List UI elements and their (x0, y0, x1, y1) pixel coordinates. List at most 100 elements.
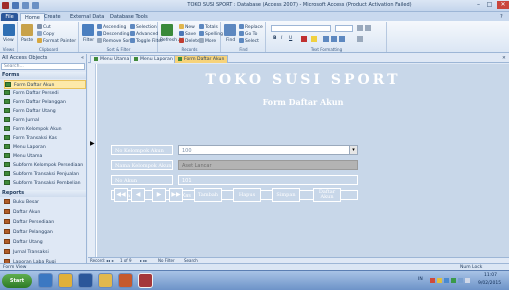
nav-report-item[interactable]: Jurnal Transaksi (4, 248, 86, 257)
delete-record-button[interactable]: Delete (179, 38, 200, 44)
maximize-button[interactable]: □ (485, 1, 494, 9)
chevron-down-icon[interactable]: « (81, 54, 84, 62)
bullets-icon[interactable] (357, 25, 363, 31)
nav-report-item[interactable]: Buku Besar (4, 198, 86, 207)
advanced-button[interactable]: Advanced (130, 31, 158, 37)
view-button[interactable]: View (3, 38, 14, 43)
align-center-icon[interactable] (331, 36, 337, 42)
nav-report-item[interactable]: Daftar Akun (4, 208, 86, 217)
nav-form-item[interactable]: Subform Transaksi Penjualan (4, 170, 86, 179)
totals-button[interactable]: Totals (199, 24, 218, 30)
save-icon[interactable] (12, 2, 19, 9)
nav-form-item[interactable]: Form Transaksi Kas (4, 134, 86, 143)
nama-kelompok-akun-field[interactable]: Aset Lancar (178, 160, 358, 170)
powerpoint-icon[interactable] (118, 273, 133, 288)
italic-button[interactable]: I (281, 36, 282, 41)
forms-section-header[interactable]: Forms (0, 72, 86, 79)
tray-icon[interactable] (430, 278, 435, 283)
goto-button[interactable]: Go To (239, 31, 257, 37)
cut-button[interactable]: Cut (37, 24, 51, 30)
no-akun-field[interactable]: 101 (178, 175, 358, 185)
reports-section-header[interactable]: Reports (0, 190, 86, 197)
paste-button[interactable]: Paste (21, 38, 33, 43)
nav-form-item[interactable]: Form Daftar Persedi (4, 89, 86, 98)
last-record-button[interactable]: ▶▶ (169, 188, 183, 202)
start-button[interactable]: Start (2, 274, 32, 288)
language-indicator[interactable]: IN (418, 277, 423, 282)
align-left-icon[interactable] (323, 36, 329, 42)
undo-icon[interactable] (22, 2, 29, 9)
doc-tab-form-daftar-akun[interactable]: Form Daftar Akun (174, 55, 229, 63)
underline-button[interactable]: U (289, 36, 292, 41)
chrome-icon[interactable] (58, 273, 73, 288)
view-icon[interactable] (3, 24, 15, 36)
gridlines-icon[interactable] (357, 36, 363, 42)
nav-report-item[interactable]: Daftar Utang (4, 238, 86, 247)
nav-form-item[interactable]: Subform Kelompok Persediaan (4, 161, 86, 170)
close-button[interactable]: ✕ (497, 1, 509, 9)
nav-report-item[interactable]: Daftar Pelanggan (4, 228, 86, 237)
binoculars-icon[interactable] (224, 24, 236, 36)
font-color-icon[interactable] (301, 36, 307, 42)
descending-button[interactable]: Descending (97, 31, 130, 37)
volume-icon[interactable] (465, 278, 470, 283)
spelling-button[interactable]: Spelling (199, 31, 223, 37)
tray-icon[interactable] (444, 278, 449, 283)
new-record-button[interactable]: New (179, 24, 195, 30)
minimize-button[interactable]: – (474, 1, 483, 9)
ie-icon[interactable] (38, 273, 53, 288)
highlight-icon[interactable] (311, 36, 317, 42)
nav-form-item[interactable]: Subform Transaksi Pembelian (4, 179, 86, 188)
paste-icon[interactable] (21, 24, 33, 36)
bold-button[interactable]: B (273, 36, 276, 41)
tab-database-tools[interactable]: Database Tools (106, 13, 152, 21)
font-size-select[interactable] (335, 25, 353, 32)
select-button[interactable]: Select (239, 38, 259, 44)
hapus-button[interactable]: Hapus (233, 188, 261, 202)
help-icon[interactable]: ? (496, 13, 507, 21)
more-button[interactable]: More (199, 38, 216, 44)
previous-record-button[interactable]: ◀ (131, 188, 145, 202)
doc-tab-menu-utama[interactable]: Menu Utama (90, 55, 134, 63)
tray-icon[interactable] (437, 278, 442, 283)
nav-form-item[interactable]: Form Daftar Pelanggan (4, 98, 86, 107)
align-right-icon[interactable] (339, 36, 345, 42)
explorer-icon[interactable] (98, 273, 113, 288)
nav-form-item[interactable]: Menu Utama (4, 152, 86, 161)
access-app-icon[interactable] (2, 2, 9, 9)
tab-create[interactable]: Create (40, 13, 65, 21)
nav-form-item[interactable]: Menu Laporan (4, 143, 86, 152)
selection-button[interactable]: Selection (130, 24, 157, 30)
first-record-button[interactable]: ◀◀ (114, 188, 128, 202)
nav-form-item[interactable]: Form Daftar Akun (4, 80, 86, 89)
find-button[interactable]: Find (226, 38, 235, 43)
word-icon[interactable] (78, 273, 93, 288)
next-record-button[interactable]: ▶ (152, 188, 166, 202)
replace-button[interactable]: Replace (239, 24, 263, 30)
numbering-icon[interactable] (365, 25, 371, 31)
save-record-button[interactable]: Save (179, 31, 196, 37)
copy-button[interactable]: Copy (37, 31, 54, 37)
tray-icon[interactable] (451, 278, 456, 283)
chevron-down-icon[interactable]: ▾ (349, 146, 357, 154)
daftar-akun-button[interactable]: Daftar Akun (313, 188, 341, 202)
nav-pane-header[interactable]: All Access Objects « (0, 54, 86, 62)
simpan-button[interactable]: Simpan (272, 188, 300, 202)
filter-button[interactable]: Filter (83, 38, 94, 43)
font-name-select[interactable] (271, 25, 331, 32)
format-painter-button[interactable]: Format Painter (37, 38, 76, 44)
clock-time[interactable]: 11:07 (484, 273, 497, 278)
no-kelompok-akun-combo[interactable]: 100 ▾ (178, 145, 358, 155)
redo-icon[interactable] (32, 2, 39, 9)
refresh-icon[interactable] (161, 24, 173, 36)
nav-report-item[interactable]: Daftar Persediaan (4, 218, 86, 227)
filter-icon[interactable] (82, 24, 94, 36)
nav-search-input[interactable]: Search... (1, 63, 85, 70)
remove-sort-button[interactable]: Remove Sort (97, 38, 132, 44)
nav-form-item[interactable]: Form Kelompok Akun (4, 125, 86, 134)
tambah-button[interactable]: Tambah (194, 188, 222, 202)
access-icon[interactable] (138, 273, 153, 288)
tab-external-data[interactable]: External Data (66, 13, 108, 21)
clock-date[interactable]: 9/02/2015 (478, 281, 501, 286)
network-icon[interactable] (458, 278, 463, 283)
